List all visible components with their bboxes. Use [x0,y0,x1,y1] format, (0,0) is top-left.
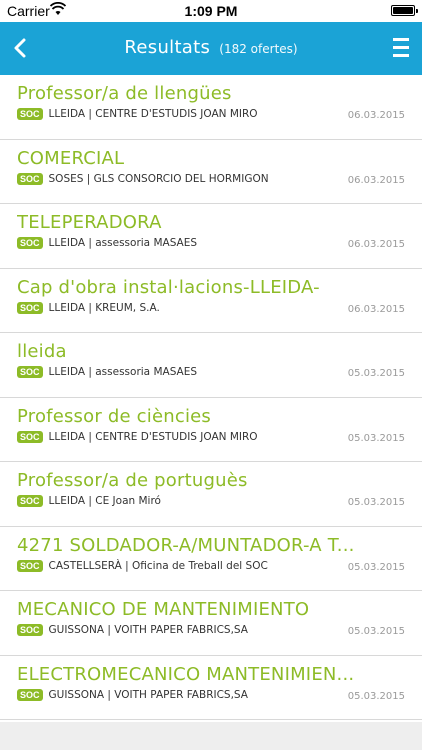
job-date: 06.03.2015 [347,110,405,121]
job-location-company: LLEIDA | assessoria MASAES [48,366,198,378]
soc-badge: SOC [17,624,43,636]
job-meta: SOC LLEIDA | assessoria MASAES [17,237,197,249]
job-list-item[interactable]: Professor/a de llengües SOC LLEIDA | CENT… [0,75,422,140]
job-meta: SOC CASTELLSERÀ | Oficina de Treball del … [17,559,268,572]
job-meta: SOC LLEIDA | CENTRE D'ESTUDIS JOAN MIRO [17,108,258,120]
page-title-text: Resultats [124,37,211,58]
soc-badge: SOC [17,430,43,443]
job-date: 05.03.2015 [347,368,405,379]
job-title: Cap d'obra instal·lacions-LLEIDA- [17,276,320,298]
job-title: COMERCIAL [17,147,125,169]
job-date: 05.03.2015 [347,626,405,637]
job-title: Professor/a de portuguès [17,470,248,491]
status-bar: Carrier 1:09 PM [0,0,422,22]
job-list: Professor/a de llengües SOC LLEIDA | CENT… [0,75,422,720]
job-meta: SOC LLEIDA | assessoria MASAES [17,366,197,378]
job-list-item[interactable]: lleida SOC LLEIDA | assessoria MASAES 05.… [0,333,422,398]
job-title: Professor de ciències [17,405,212,427]
job-title: 4271 SOLDADOR-A/MUNTADOR-A T... [17,534,355,556]
job-location-company: LLEIDA | CE Joan Miró [48,495,161,507]
job-title: ELECTROMECANICO MANTENIMIEN... [17,663,355,685]
page-title: Resultats (182 ofertes) [0,37,422,58]
list-footer [0,722,422,750]
job-title: TELEPERADORA [17,212,162,233]
job-date: 06.03.2015 [347,303,405,315]
clock: 1:09 PM [184,3,238,19]
job-location-company: GUISSONA | VOITH PAPER FABRICS,SA [48,688,248,701]
job-title: lleida [17,341,67,362]
job-list-item[interactable]: ELECTROMECANICO MANTENIMIEN... SOC GUISSO… [0,656,422,720]
soc-badge: SOC [17,237,43,249]
job-date: 06.03.2015 [347,174,405,186]
menu-icon[interactable] [390,34,412,62]
job-list-item[interactable]: Professor de ciències SOC LLEIDA | CENTRE… [0,398,422,462]
soc-badge: SOC [17,495,43,507]
job-list-item[interactable]: 4271 SOLDADOR-A/MUNTADOR-A T... SOC CASTE… [0,527,422,591]
nav-bar: Resultats (182 ofertes) [0,22,422,75]
job-list-item[interactable]: Cap d'obra instal·lacions-LLEIDA- SOC LLE… [0,269,422,333]
job-meta: SOC GUISSONA | VOITH PAPER FABRICS,SA [17,688,248,701]
battery-icon [391,5,418,16]
job-location-company: LLEIDA | assessoria MASAES [48,237,198,249]
soc-badge: SOC [17,559,43,572]
soc-badge: SOC [17,301,43,314]
job-date: 05.03.2015 [347,690,405,702]
job-title: Professor/a de llengües [17,83,232,104]
job-list-item[interactable]: COMERCIAL SOC SOSES | GLS CONSORCIO DEL H… [0,140,422,204]
job-meta: SOC GUISSONA | VOITH PAPER FABRICS,SA [17,624,248,636]
soc-badge: SOC [17,108,43,120]
job-location-company: CASTELLSERÀ | Oficina de Treball del SOC [48,559,268,572]
job-date: 05.03.2015 [347,432,405,444]
job-location-company: LLEIDA | CENTRE D'ESTUDIS JOAN MIRO [48,430,258,443]
job-list-item[interactable]: Professor/a de portuguès SOC LLEIDA | CE … [0,462,422,527]
job-location-company: LLEIDA | CENTRE D'ESTUDIS JOAN MIRO [48,108,258,120]
job-title: MECANICO DE MANTENIMIENTO [17,599,310,620]
job-date: 05.03.2015 [347,497,405,508]
job-meta: SOC SOSES | GLS CONSORCIO DEL HORMIGON [17,172,269,185]
job-date: 06.03.2015 [347,239,405,250]
job-location-company: SOSES | GLS CONSORCIO DEL HORMIGON [48,172,269,185]
soc-badge: SOC [17,366,43,378]
job-location-company: GUISSONA | VOITH PAPER FABRICS,SA [48,624,248,636]
job-meta: SOC LLEIDA | CE Joan Miró [17,495,161,507]
soc-badge: SOC [17,172,43,185]
results-count: (182 ofertes) [219,42,298,56]
soc-badge: SOC [17,688,43,701]
job-date: 05.03.2015 [347,561,405,573]
job-list-item[interactable]: TELEPERADORA SOC LLEIDA | assessoria MASA… [0,204,422,269]
job-meta: SOC LLEIDA | CENTRE D'ESTUDIS JOAN MIRO [17,430,258,443]
job-list-item[interactable]: MECANICO DE MANTENIMIENTO SOC GUISSONA | … [0,591,422,656]
job-meta: SOC LLEIDA | KREUM, S.A. [17,301,160,314]
job-location-company: LLEIDA | KREUM, S.A. [48,301,160,314]
